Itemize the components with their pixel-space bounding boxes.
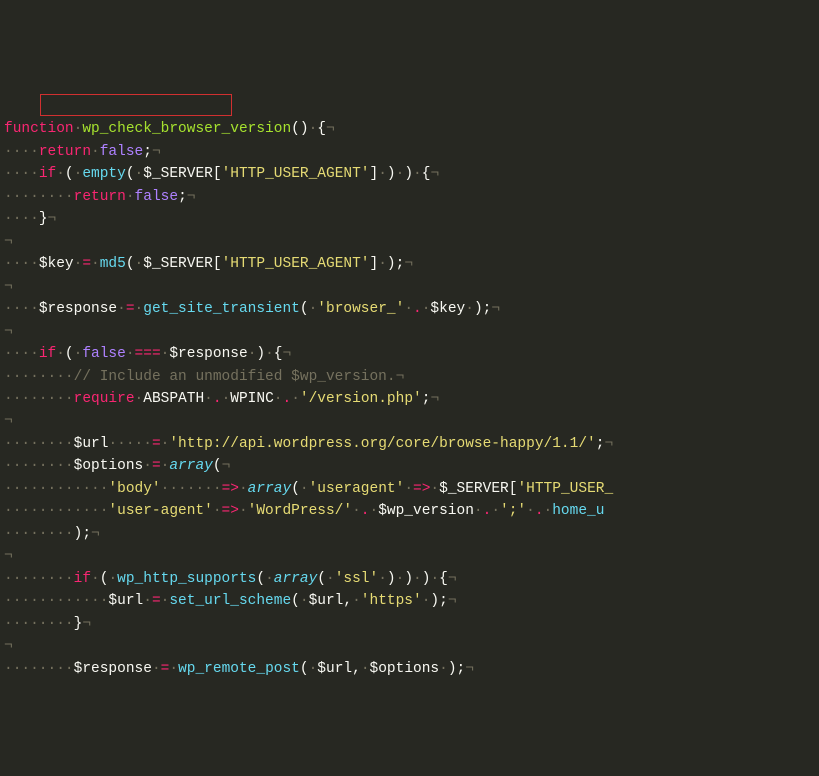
code-line: ¬: [4, 324, 13, 340]
code-line: ········$url·····=·'http://api.wordpress…: [4, 436, 613, 452]
code-line: ········require·ABSPATH·.·WPINC·.·'/vers…: [4, 391, 439, 407]
code-line: ········return·false;¬: [4, 189, 195, 205]
code-line: ¬: [4, 413, 13, 429]
code-line: ····if·(·empty(·$_SERVER['HTTP_USER_AGEN…: [4, 166, 439, 182]
code-line: ¬: [4, 638, 13, 654]
code-line: ¬: [4, 234, 13, 250]
code-line: ····return·false;¬: [4, 144, 161, 160]
code-line: ········);¬: [4, 526, 100, 542]
code-line: ············'body'·······=>·array(·'user…: [4, 481, 613, 497]
code-line: ····$response·=·get_site_transient(·'bro…: [4, 301, 500, 317]
code-line: ········if·(·wp_http_supports(·array(·'s…: [4, 571, 457, 587]
code-line: ¬: [4, 548, 13, 564]
code-line: ····$key·=·md5(·$_SERVER['HTTP_USER_AGEN…: [4, 256, 413, 272]
code-line: ········// Include an unmodified $wp_ver…: [4, 369, 404, 385]
code-line: ········$options·=·array(¬: [4, 458, 230, 474]
code-line: ····if·(·false·===·$response·)·{¬: [4, 346, 291, 362]
code-line: ····}¬: [4, 211, 56, 227]
code-line: ············'user-agent'·=>·'WordPress/'…: [4, 503, 604, 519]
code-line: function·wp_check_browser_version()·{¬: [4, 121, 335, 137]
code-line: ········$response·=·wp_remote_post(·$url…: [4, 661, 474, 677]
code-line: ¬: [4, 279, 13, 295]
highlight-rectangle: [40, 94, 232, 116]
code-editor[interactable]: function·wp_check_browser_version()·{¬ ·…: [4, 73, 819, 680]
code-line: ········}¬: [4, 616, 91, 632]
